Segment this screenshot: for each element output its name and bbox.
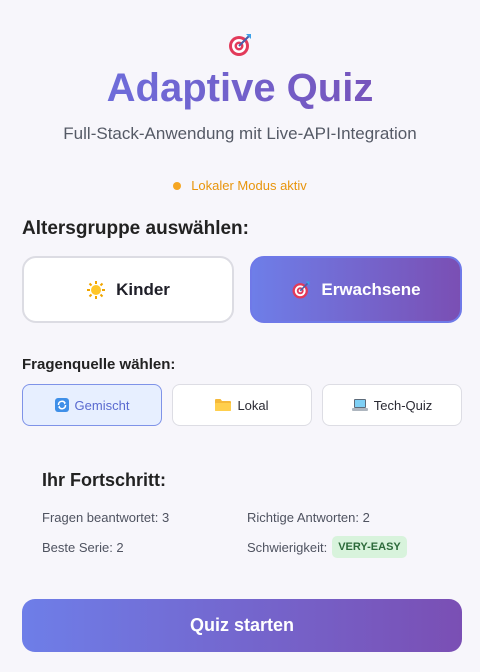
target-icon [229,34,251,56]
status-dot-icon [173,181,182,190]
source-option-label: Tech-Quiz [373,397,433,413]
source-option-gemischt[interactable]: Gemischt [22,384,162,426]
folder-icon [215,399,232,411]
stat-difficulty: Schwierigkeit: VERY-EASY [247,536,407,558]
age-option-label: Erwachsene [321,279,421,299]
age-group-heading: Altersgruppe auswählen: [22,218,249,239]
source-option-lokal[interactable]: Lokal [172,384,312,426]
source-option-tech-quiz[interactable]: Tech-Quiz [322,384,462,426]
age-option-label: Kinder [116,279,170,299]
age-option-erwachsene[interactable]: Erwachsene [250,256,462,323]
age-option-kinder[interactable]: Kinder [22,256,234,323]
shuffle-icon [54,398,69,412]
progress-panel: Ihr Fortschritt: Fragen beantwortet: 3 R… [22,446,462,584]
laptop-icon [351,399,368,411]
source-heading: Fragenquelle wählen: [22,356,176,373]
sun-icon [87,280,106,299]
page-subtitle: Full-Stack-Anwendung mit Live-API-Integr… [63,124,417,143]
target-icon [292,281,310,298]
stat-best-streak: Beste Serie: 2 [42,540,124,555]
difficulty-badge: VERY-EASY [332,536,407,558]
app-logo [0,32,480,58]
source-option-label: Gemischt [74,397,130,413]
difficulty-label: Schwierigkeit: [247,539,328,555]
start-quiz-button[interactable]: Quiz starten [22,599,462,652]
stat-questions-answered: Fragen beantwortet: 3 [42,510,170,525]
source-option-label: Lokal [237,397,269,413]
mode-status-text: Lokaler Modus aktiv [191,178,307,193]
page-title: Adaptive Quiz [0,62,480,114]
mode-status: Lokaler Modus aktiv [0,178,480,193]
stat-correct-answers: Richtige Antworten: 2 [247,510,370,525]
progress-heading: Ihr Fortschritt: [42,470,166,490]
